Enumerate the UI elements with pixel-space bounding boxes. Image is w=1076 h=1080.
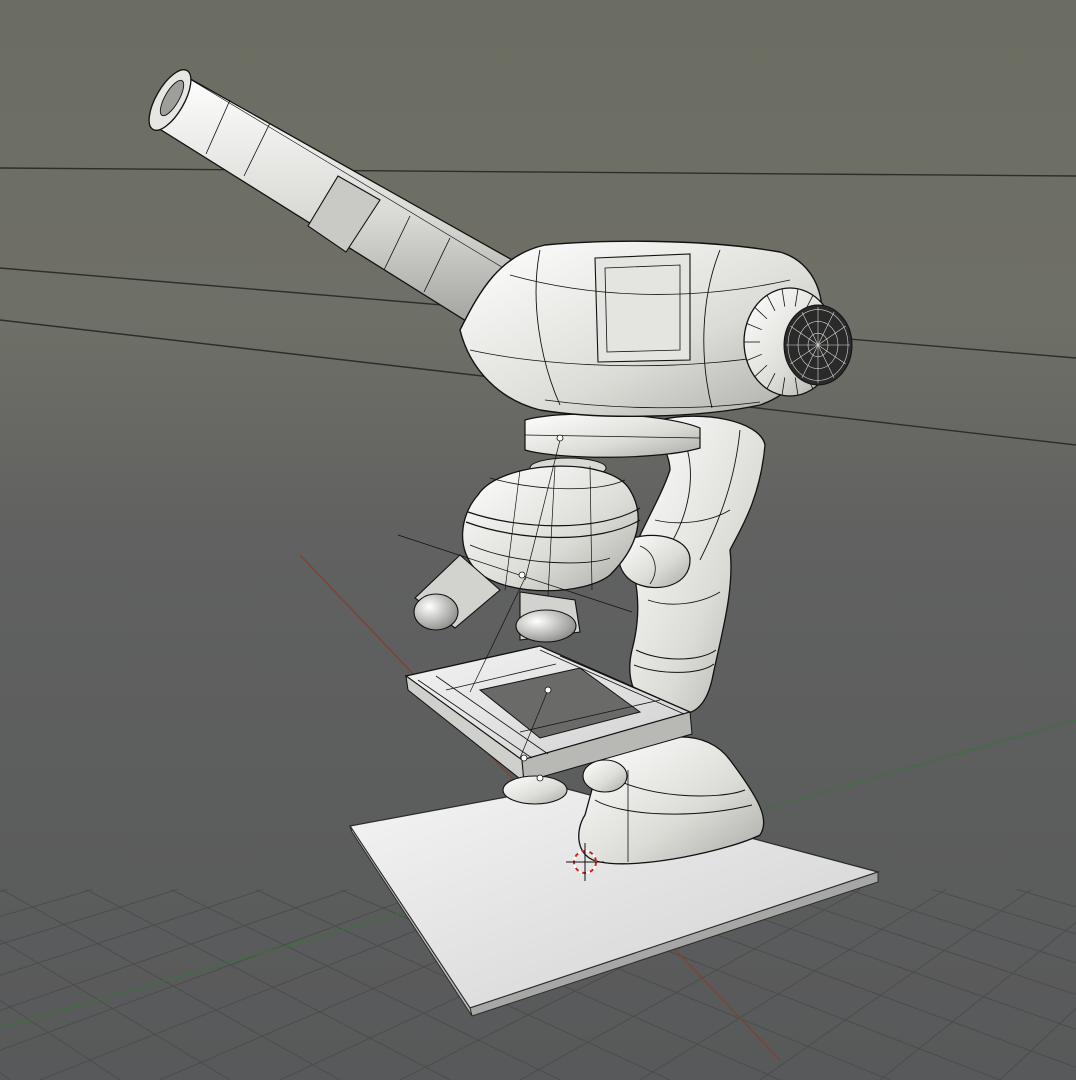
objective-lens-right[interactable] xyxy=(515,591,581,643)
viewport-canvas[interactable] xyxy=(0,0,1076,1080)
head-neck-ring[interactable] xyxy=(524,413,701,458)
3d-viewport[interactable] xyxy=(0,0,1076,1080)
